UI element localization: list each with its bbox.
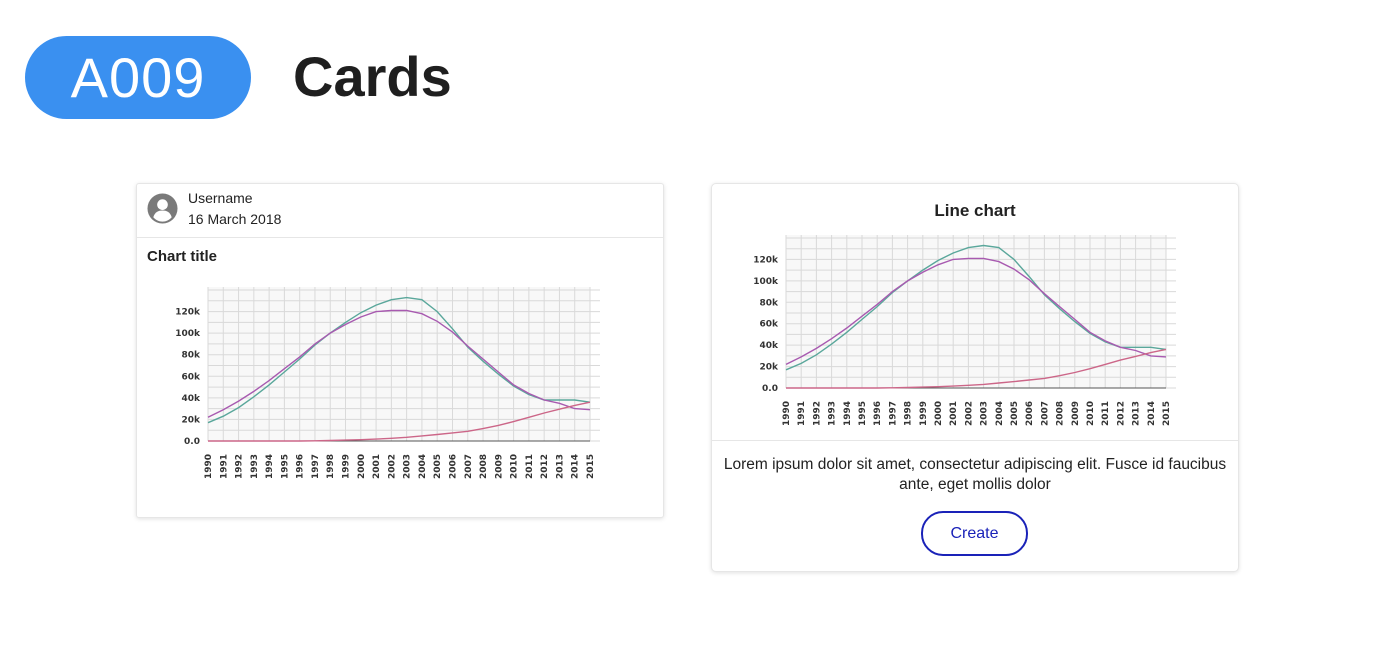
x-tick-label: 2001 <box>949 401 959 426</box>
x-tick-label: 2004 <box>995 401 1005 426</box>
create-button[interactable]: Create <box>921 511 1028 556</box>
x-tick-label: 1999 <box>919 401 929 426</box>
x-tick-label: 1997 <box>888 401 898 426</box>
y-tick-label: 100k <box>753 277 779 287</box>
chart-card-action: Line chart 0.0 20k 40k 60k 80k 100k 120k 1990 19… <box>711 183 1239 572</box>
x-tick-label: 2015 <box>586 454 596 479</box>
chart-card-user: Username 16 March 2018 Chart title 0.0 20… <box>136 183 664 518</box>
x-tick-label: 1991 <box>219 454 229 479</box>
x-tick-label: 1996 <box>873 401 883 426</box>
x-tick-label: 1994 <box>843 401 853 426</box>
x-tick-label: 1993 <box>828 401 838 426</box>
x-tick-label: 2011 <box>1101 401 1111 426</box>
y-tick-label: 120k <box>175 308 201 318</box>
line-chart: 0.0 20k 40k 60k 80k 100k 120k 1990 1991 1992 1993 1… <box>175 287 600 479</box>
x-tick-label: 1998 <box>326 454 336 479</box>
y-tick-label: 80k <box>759 298 779 308</box>
x-tick-label: 2000 <box>934 401 944 426</box>
x-tick-label: 2010 <box>1086 401 1096 426</box>
x-tick-label: 1995 <box>858 401 868 426</box>
y-tick-label: 0.0 <box>184 437 200 447</box>
x-tick-label: 2006 <box>1025 401 1035 426</box>
x-tick-label: 2009 <box>1071 401 1081 426</box>
x-tick-label: 1999 <box>342 454 352 479</box>
x-tick-label: 1998 <box>904 401 914 426</box>
x-tick-label: 2008 <box>479 454 489 479</box>
page-id-badge: A009 <box>25 36 251 119</box>
x-tick-label: 1995 <box>280 454 290 479</box>
x-tick-label: 2007 <box>464 454 474 479</box>
x-tick-label: 1991 <box>797 401 807 426</box>
x-tick-label: 2010 <box>510 454 520 479</box>
x-tick-label: 2005 <box>433 454 443 479</box>
x-tick-label: 2000 <box>357 454 367 479</box>
y-tick-label: 60k <box>759 320 779 330</box>
x-tick-label: 2007 <box>1040 401 1050 426</box>
x-tick-label: 2003 <box>403 454 413 479</box>
y-tick-label: 20k <box>759 363 779 373</box>
x-tick-label: 1992 <box>812 401 822 426</box>
x-tick-label: 1990 <box>782 401 792 426</box>
page-title: Cards <box>293 45 452 108</box>
x-tick-label: 1997 <box>311 454 321 479</box>
y-tick-label: 40k <box>181 394 201 404</box>
y-tick-label: 80k <box>181 351 201 361</box>
x-tick-label: 2009 <box>494 454 504 479</box>
x-tick-label: 2012 <box>1116 401 1126 426</box>
x-tick-label: 2001 <box>372 454 382 479</box>
x-tick-label: 2012 <box>540 454 550 479</box>
x-tick-label: 2014 <box>1147 401 1157 426</box>
x-tick-label: 2013 <box>1132 401 1142 426</box>
x-tick-label: 2015 <box>1162 401 1172 426</box>
x-tick-label: 1996 <box>296 454 306 479</box>
x-tick-label: 2003 <box>980 401 990 426</box>
x-tick-label: 2014 <box>571 454 581 479</box>
x-tick-label: 2006 <box>448 454 458 479</box>
y-tick-label: 20k <box>181 415 201 425</box>
x-tick-label: 2008 <box>1056 401 1066 426</box>
card-description: Lorem ipsum dolor sit amet, consectetur … <box>723 456 1227 493</box>
x-tick-label: 1993 <box>250 454 260 479</box>
x-tick-label: 2005 <box>1010 401 1020 426</box>
y-tick-label: 120k <box>753 255 779 265</box>
x-tick-label: 1992 <box>235 454 245 479</box>
y-tick-label: 60k <box>181 372 201 382</box>
x-tick-label: 2002 <box>964 401 974 426</box>
y-tick-label: 100k <box>175 329 201 339</box>
line-chart: 0.0 20k 40k 60k 80k 100k 120k 1990 1991 1992 1993 1… <box>753 235 1176 426</box>
card-divider <box>712 440 1238 441</box>
y-tick-label: 0.0 <box>762 384 778 394</box>
x-tick-label: 1994 <box>265 454 275 479</box>
x-tick-label: 2011 <box>525 454 535 479</box>
x-tick-label: 1990 <box>204 454 214 479</box>
x-tick-label: 2004 <box>418 454 428 479</box>
y-tick-label: 40k <box>759 341 779 351</box>
x-tick-label: 2013 <box>555 454 565 479</box>
x-tick-label: 2002 <box>387 454 397 479</box>
